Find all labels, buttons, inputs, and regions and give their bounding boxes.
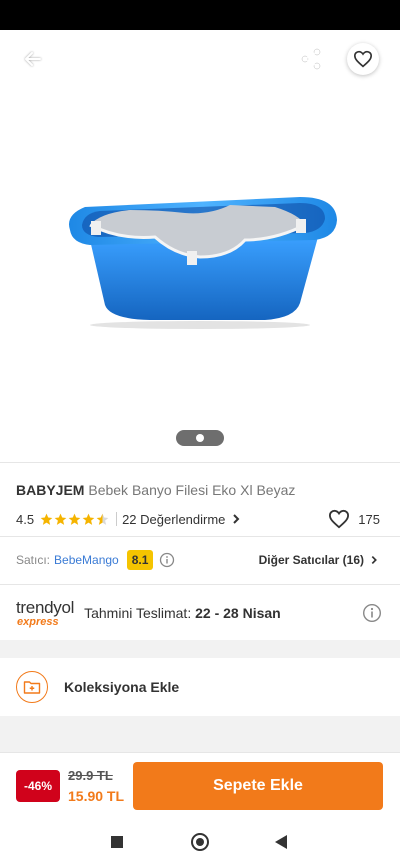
logo-main: trendyol	[16, 597, 75, 617]
image-pager[interactable]	[176, 430, 224, 446]
info-icon[interactable]	[159, 552, 175, 568]
separator	[116, 512, 118, 526]
product-brand[interactable]: BABYJEM	[16, 482, 84, 498]
delivery-dates: 22 - 28 Nisan	[195, 605, 281, 621]
heart-icon	[329, 509, 350, 529]
seller-label: Satıcı:	[16, 553, 51, 567]
recents-button[interactable]	[111, 836, 123, 848]
reviews-link[interactable]: 22 Değerlendirme	[122, 512, 243, 527]
system-back-button[interactable]	[275, 835, 287, 849]
chevron-right-icon	[233, 514, 240, 524]
section-gap	[0, 716, 400, 752]
share-button[interactable]	[296, 42, 326, 76]
seller-row: Satıcı: BebeMango 8.1 Diğer Satıcılar (1…	[16, 549, 384, 571]
product-title: BABYJEM Bebek Banyo Filesi Eko Xl Beyaz	[16, 482, 386, 498]
share-icon	[301, 48, 321, 70]
seller-name-link[interactable]: BebeMango	[54, 553, 119, 567]
purchase-bar: -46% 29.9 TL 15.90 TL Sepete Ekle	[0, 752, 400, 818]
pager-dot	[196, 434, 204, 442]
add-to-collection-label: Koleksiyona Ekle	[64, 679, 180, 695]
divider	[0, 536, 400, 537]
favorite-button[interactable]	[347, 43, 379, 75]
old-price: 29.9 TL	[68, 768, 113, 783]
home-icon	[196, 838, 204, 846]
rating-row: 4.5 22 Değerlendirme 175	[16, 509, 384, 529]
reviews-label: 22 Değerlendirme	[122, 511, 226, 527]
delivery-estimate: Tahmini Teslimat: 22 - 28 Nisan	[84, 605, 281, 621]
home-button[interactable]	[191, 833, 209, 851]
discount-badge: -46%	[16, 770, 60, 802]
delivery-row: trendyol express Tahmini Teslimat: 22 - …	[16, 598, 384, 628]
seller-score-badge: 8.1	[126, 550, 154, 570]
heart-icon	[353, 50, 373, 68]
top-action-bar	[0, 42, 400, 76]
product-name: Bebek Banyo Filesi Eko Xl Beyaz	[88, 482, 296, 498]
rating-stars	[40, 513, 110, 526]
star-icon	[54, 513, 67, 525]
section-gap	[0, 640, 400, 658]
half-star-icon	[96, 513, 109, 525]
new-price: 15.90 TL	[68, 788, 125, 804]
baby-bath-tub-image	[69, 197, 337, 329]
other-sellers-label: Diğer Satıcılar (16)	[258, 553, 364, 567]
star-icon	[82, 513, 95, 525]
back-button[interactable]	[18, 42, 48, 76]
add-to-collection-row[interactable]: Koleksiyona Ekle	[0, 658, 400, 716]
trendyol-express-logo: trendyol express	[16, 599, 74, 628]
star-icon	[68, 513, 81, 525]
logo-sub: express	[17, 615, 59, 628]
favorite-count[interactable]: 175	[328, 509, 380, 529]
star-icon	[40, 513, 53, 525]
folder-plus-icon	[16, 671, 48, 703]
system-nav-bar	[0, 818, 400, 866]
status-bar	[0, 0, 400, 30]
delivery-label: Tahmini Teslimat:	[84, 605, 192, 621]
rating-value: 4.5	[16, 511, 35, 527]
favorite-count-value: 175	[358, 511, 380, 527]
divider	[0, 462, 400, 463]
add-to-cart-button[interactable]: Sepete Ekle	[133, 762, 383, 810]
info-icon[interactable]	[362, 603, 382, 623]
back-arrow-icon	[25, 52, 41, 66]
chevron-right-icon	[371, 555, 377, 565]
divider	[0, 584, 400, 585]
other-sellers-link[interactable]: Diğer Satıcılar (16)	[259, 549, 380, 571]
